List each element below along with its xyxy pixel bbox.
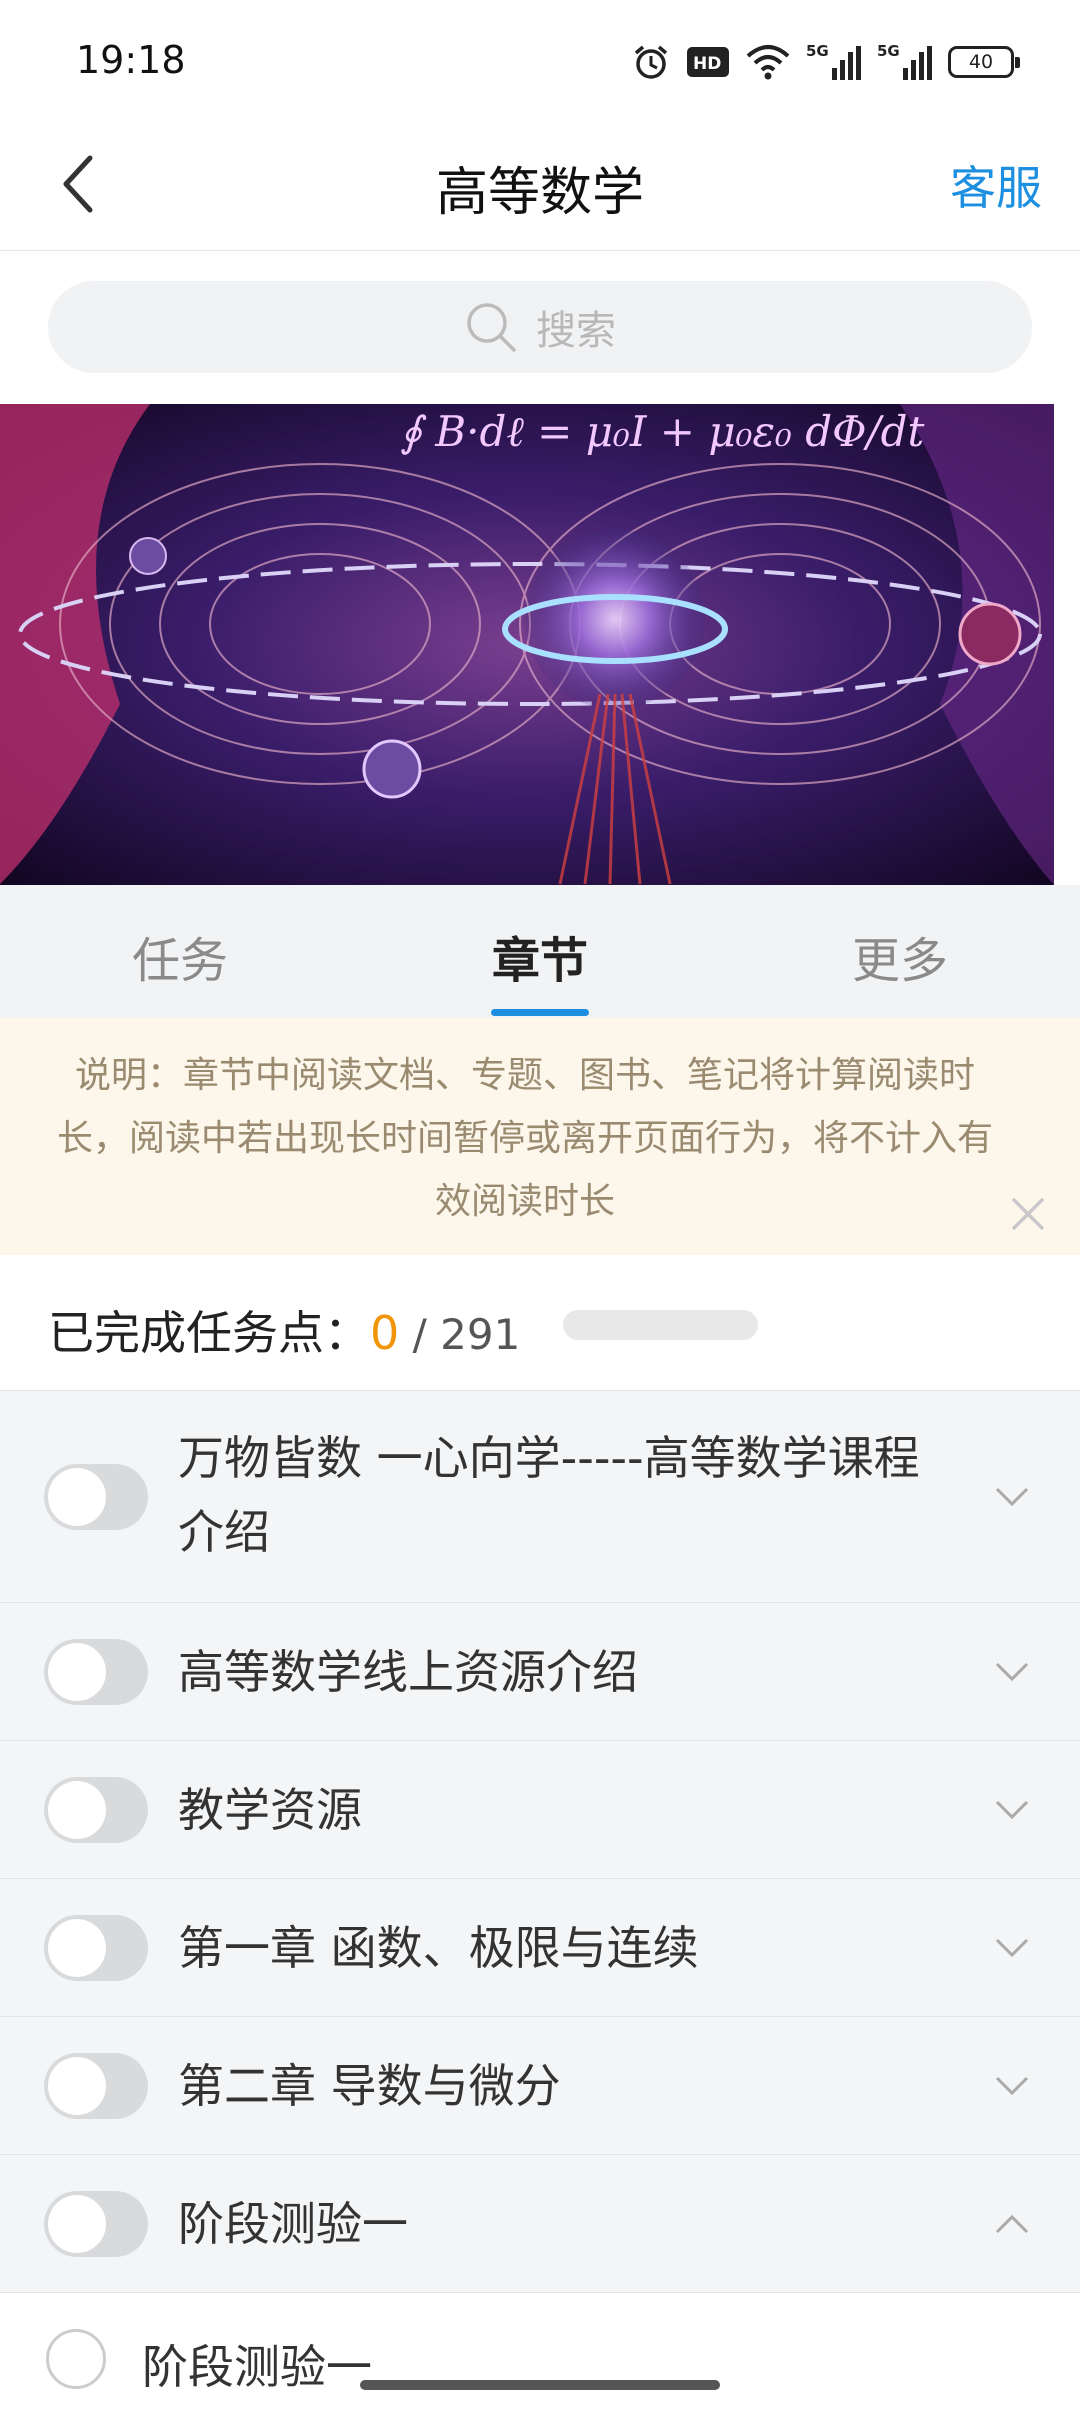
chevron-down-icon[interactable]: [984, 2058, 1040, 2114]
home-indicator[interactable]: [360, 2380, 720, 2390]
course-banner-image[interactable]: ∮ B·dℓ = μ₀I + μ₀ε₀ dΦ/dt: [0, 404, 1054, 885]
completed-count: 0: [370, 1306, 400, 1360]
sub-item-row[interactable]: 阶段测验一: [0, 2292, 1080, 2412]
alarm-icon: [634, 45, 668, 79]
chevron-down-icon[interactable]: [984, 1920, 1040, 1976]
chapter-label: 高等数学线上资源介绍: [178, 1645, 638, 1699]
chapter-label: 教学资源: [178, 1783, 362, 1837]
chapter-list: 万物皆数 一心向学-----高等数学课程介绍 高等数学线上资源介绍 教学资源 第…: [0, 1390, 1080, 2412]
chapter-toggle[interactable]: [44, 2191, 148, 2257]
hd-icon: HD: [687, 47, 729, 77]
search-placeholder: 搜索: [536, 308, 616, 354]
reading-notice: 说明：章节中阅读文档、专题、图书、笔记将计算阅读时长，阅读中若出现长时间暂停或离…: [0, 1018, 1080, 1255]
active-tab-indicator: [491, 1009, 589, 1016]
search-section: 搜索: [0, 251, 1080, 404]
customer-service-button[interactable]: 客服: [950, 152, 1042, 218]
chapter-toggle[interactable]: [44, 1777, 148, 1843]
chevron-down-icon[interactable]: [984, 1644, 1040, 1700]
progress-label: 已完成任务点：0 / 291: [48, 1306, 521, 1360]
chapter-label: 第二章 导数与微分: [178, 2059, 561, 2113]
chapter-toggle[interactable]: [44, 1915, 148, 1981]
close-icon[interactable]: [1004, 1190, 1052, 1238]
chapter-row[interactable]: 第一章 函数、极限与连续: [0, 1878, 1080, 2016]
status-time: 19:18: [76, 38, 186, 82]
search-icon: [467, 303, 516, 352]
chevron-down-icon[interactable]: [984, 1782, 1040, 1838]
chapter-label: 阶段测验一: [178, 2197, 408, 2251]
search-input[interactable]: 搜索: [48, 281, 1032, 373]
page-title: 高等数学: [435, 163, 644, 223]
progress-separator: /: [399, 1310, 441, 1359]
status-icons: HD 5G 5G 40: [632, 40, 1020, 84]
status-bar: 19:18 HD 5G 5G 40: [0, 0, 1080, 120]
signal-1: 5G: [806, 42, 861, 80]
progress-bar: [563, 1310, 758, 1340]
chapter-label: 第一章 函数、极限与连续: [178, 1921, 699, 1975]
chapter-row[interactable]: 万物皆数 一心向学-----高等数学课程介绍: [0, 1390, 1080, 1602]
banner-artwork: ∮ B·dℓ = μ₀I + μ₀ε₀ dΦ/dt: [0, 404, 1054, 885]
chapter-toggle[interactable]: [44, 2053, 148, 2119]
chevron-up-icon[interactable]: [984, 2196, 1040, 2252]
sub-item-status-icon: [46, 2329, 106, 2389]
chapter-row[interactable]: 阶段测验一: [0, 2154, 1080, 2292]
wifi-icon: [746, 45, 790, 80]
tab-tasks[interactable]: 任务: [60, 921, 300, 991]
svg-text:HD: HD: [693, 54, 721, 74]
chapter-label: 万物皆数 一心向学-----高等数学课程介绍: [178, 1431, 920, 1559]
total-count: 291: [440, 1310, 521, 1359]
tab-more[interactable]: 更多: [780, 921, 1020, 991]
task-progress: 已完成任务点：0 / 291: [0, 1255, 1080, 1390]
svg-text:∮ B·dℓ = μ₀I + μ₀ε₀ dΦ/dt: ∮ B·dℓ = μ₀I + μ₀ε₀ dΦ/dt: [400, 407, 925, 456]
nav-bar: 高等数学 客服: [0, 120, 1080, 251]
chapter-row[interactable]: 高等数学线上资源介绍: [0, 1602, 1080, 1740]
sub-item-label: 阶段测验一: [142, 2340, 372, 2394]
chevron-down-icon[interactable]: [984, 1469, 1040, 1525]
tab-chapters[interactable]: 章节: [420, 921, 660, 991]
battery-icon: 40: [948, 46, 1020, 78]
notice-text: 说明：章节中阅读文档、专题、图书、笔记将计算阅读时长，阅读中若出现长时间暂停或离…: [56, 1055, 993, 1222]
chapter-row[interactable]: 教学资源: [0, 1740, 1080, 1878]
chapter-toggle[interactable]: [44, 1639, 148, 1705]
chapter-toggle[interactable]: [44, 1464, 148, 1530]
signal-2: 5G: [877, 42, 932, 80]
tab-bar: 任务 章节 更多: [0, 885, 1080, 1018]
chapter-row[interactable]: 第二章 导数与微分: [0, 2016, 1080, 2154]
